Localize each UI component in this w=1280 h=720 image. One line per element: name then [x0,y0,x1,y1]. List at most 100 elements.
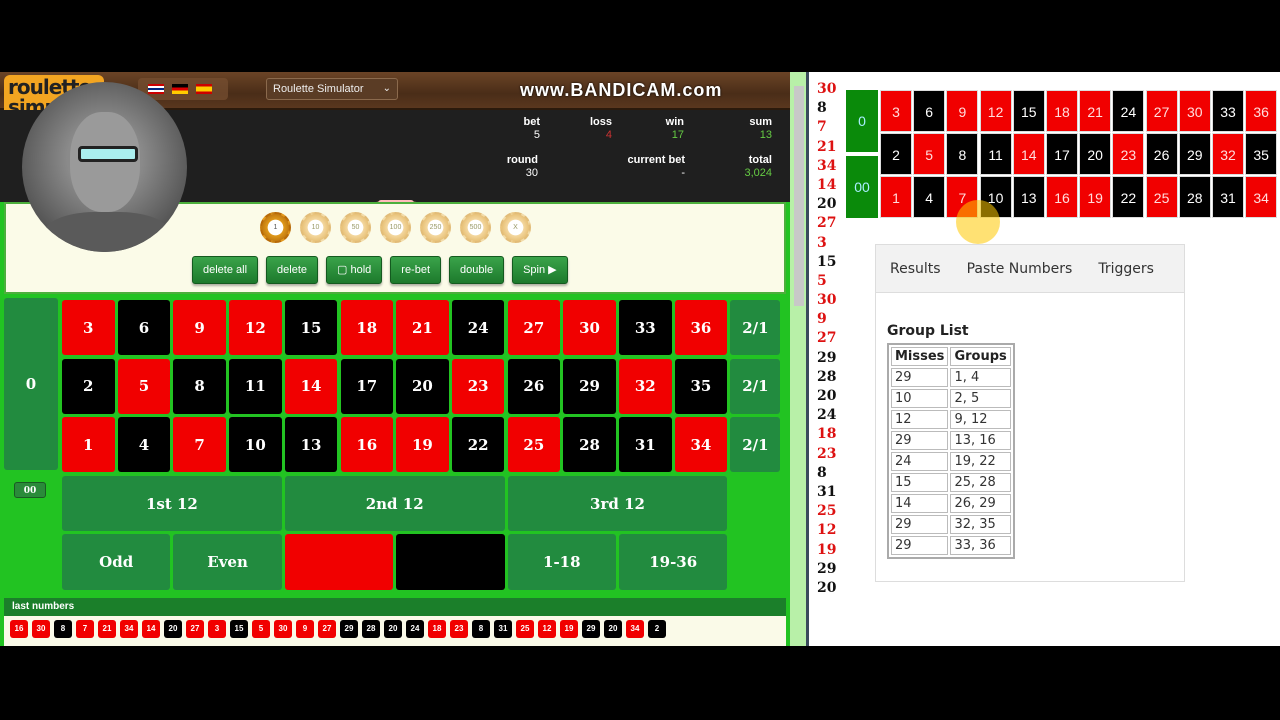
number-cell-31[interactable]: 31 [619,417,672,472]
mini-cell-18[interactable]: 18 [1046,90,1078,132]
number-cell-12[interactable]: 12 [229,300,282,355]
number-cell-18[interactable]: 18 [340,300,393,355]
dozen-bet-3[interactable]: 3rd 12 [507,476,728,531]
number-cell-25[interactable]: 25 [507,417,561,472]
mini-cell-5[interactable]: 5 [913,133,946,175]
mini-cell-11[interactable]: 11 [979,133,1012,175]
mini-cell-19[interactable]: 19 [1079,176,1112,218]
mini-cell-23[interactable]: 23 [1112,133,1145,175]
mini-cell-34[interactable]: 34 [1245,176,1278,218]
mini-cell-30[interactable]: 30 [1178,90,1211,132]
number-cell-21[interactable]: 21 [396,300,449,355]
number-cell-15[interactable]: 15 [284,300,338,355]
scrollbar-thumb[interactable] [794,86,804,306]
column-bet-1[interactable]: 2/1 [730,300,781,355]
number-cell-14[interactable]: 14 [284,358,338,414]
number-cell-30[interactable]: 30 [563,300,616,355]
number-cell-32[interactable]: 32 [619,358,672,414]
mini-cell-28[interactable]: 28 [1178,176,1211,218]
mini-cell-4[interactable]: 4 [913,176,946,218]
mini-cell-16[interactable]: 16 [1046,176,1078,218]
mini-cell-27[interactable]: 27 [1145,90,1178,132]
chip-1[interactable]: 1 [260,212,291,243]
chip-500[interactable]: 500 [460,212,491,243]
number-cell-9[interactable]: 9 [173,300,226,355]
low-bet[interactable]: 1-18 [507,534,616,590]
number-cell-10[interactable]: 10 [229,417,282,472]
red-bet[interactable] [284,534,394,590]
number-cell-2[interactable]: 2 [62,358,115,414]
tab-paste-numbers[interactable]: Paste Numbers [967,261,1073,277]
chip-50[interactable]: 50 [340,212,371,243]
number-cell-19[interactable]: 19 [396,417,449,472]
number-cell-7[interactable]: 7 [173,417,226,472]
zero-cell[interactable]: 0 [4,298,58,470]
column-bet-3[interactable]: 2/1 [730,417,781,472]
mini-cell-20[interactable]: 20 [1079,133,1112,175]
dozen-bet-1[interactable]: 1st 12 [62,476,282,531]
chip-10[interactable]: 10 [300,212,331,243]
mini-cell-22[interactable]: 22 [1112,176,1145,218]
high-bet[interactable]: 19-36 [619,534,728,590]
number-cell-36[interactable]: 36 [674,300,728,355]
chip-100[interactable]: 100 [380,212,411,243]
odd-bet[interactable]: Odd [62,534,171,590]
number-cell-27[interactable]: 27 [507,300,561,355]
mini-cell-32[interactable]: 32 [1212,133,1244,175]
number-cell-4[interactable]: 4 [117,417,171,472]
number-cell-17[interactable]: 17 [340,358,393,414]
rebet-button[interactable]: re-bet [390,256,442,284]
number-cell-16[interactable]: 16 [340,417,393,472]
black-bet[interactable] [396,534,505,590]
mini-cell-29[interactable]: 29 [1178,133,1211,175]
mini-cell-3[interactable]: 3 [880,90,912,132]
game-select[interactable]: Roulette Simulator ⌄ [266,78,398,100]
mini-double-zero[interactable]: 00 [846,156,878,218]
number-cell-26[interactable]: 26 [507,358,561,414]
mini-cell-15[interactable]: 15 [1012,90,1045,132]
number-cell-33[interactable]: 33 [619,300,672,355]
column-bet-2[interactable]: 2/1 [730,358,781,414]
number-cell-6[interactable]: 6 [117,300,171,355]
mini-cell-14[interactable]: 14 [1012,133,1045,175]
mini-cell-17[interactable]: 17 [1046,133,1078,175]
number-cell-3[interactable]: 3 [62,300,115,355]
mini-cell-26[interactable]: 26 [1145,133,1178,175]
number-cell-34[interactable]: 34 [674,417,728,472]
mini-cell-33[interactable]: 33 [1212,90,1244,132]
mini-cell-21[interactable]: 21 [1079,90,1112,132]
mini-cell-31[interactable]: 31 [1212,176,1244,218]
double-zero-cell[interactable]: 00 [14,482,46,498]
number-cell-20[interactable]: 20 [396,358,449,414]
tab-results[interactable]: Results [890,261,941,277]
mini-cell-6[interactable]: 6 [913,90,946,132]
delete-all-button[interactable]: delete all [192,256,259,284]
flag-germany-icon[interactable] [172,84,188,94]
mini-cell-9[interactable]: 9 [946,90,979,132]
number-cell-24[interactable]: 24 [451,300,505,355]
number-cell-29[interactable]: 29 [563,358,616,414]
hold-button[interactable]: ▢ hold [326,256,383,284]
number-cell-5[interactable]: 5 [117,358,171,414]
chip-X[interactable]: X [500,212,531,243]
mini-cell-13[interactable]: 13 [1012,176,1045,218]
delete-button[interactable]: delete [266,256,319,284]
mini-cell-24[interactable]: 24 [1112,90,1145,132]
number-cell-22[interactable]: 22 [451,417,505,472]
mini-cell-1[interactable]: 1 [880,176,912,218]
even-bet[interactable]: Even [173,534,282,590]
dozen-bet-2[interactable]: 2nd 12 [284,476,505,531]
mini-cell-12[interactable]: 12 [979,90,1012,132]
tab-triggers[interactable]: Triggers [1098,261,1154,277]
mini-cell-25[interactable]: 25 [1145,176,1178,218]
mini-cell-8[interactable]: 8 [946,133,979,175]
double-button[interactable]: double [449,256,505,284]
mini-cell-36[interactable]: 36 [1245,90,1278,132]
number-cell-1[interactable]: 1 [62,417,115,472]
chip-250[interactable]: 250 [420,212,451,243]
number-cell-8[interactable]: 8 [173,358,226,414]
mini-zero[interactable]: 0 [846,90,878,152]
mini-cell-2[interactable]: 2 [880,133,912,175]
spin-button[interactable]: Spin ▶ [512,256,568,284]
number-cell-23[interactable]: 23 [451,358,505,414]
